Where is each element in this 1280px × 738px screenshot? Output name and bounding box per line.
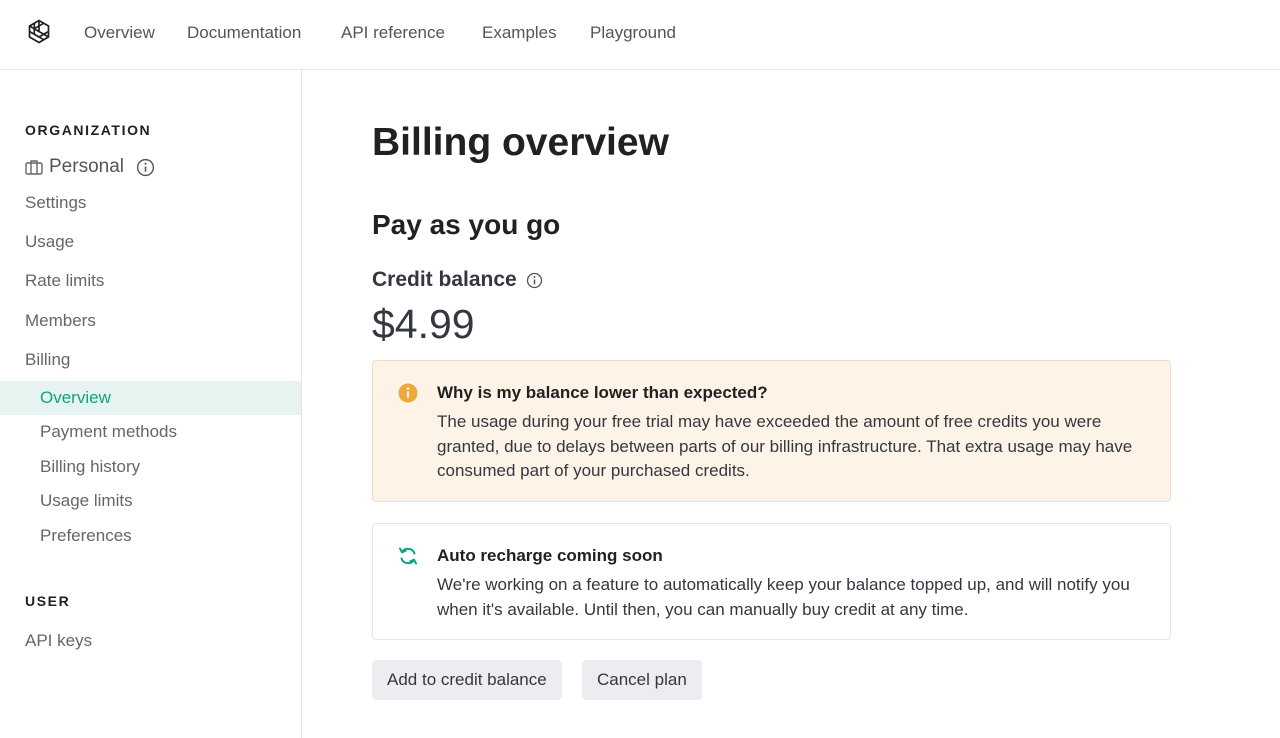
sidebar-item-api-keys[interactable]: API keys [25, 630, 92, 652]
credit-balance-label: Credit balance [372, 268, 517, 291]
warning-title: Why is my balance lower than expected? [437, 383, 768, 402]
nav-playground[interactable]: Playground [590, 22, 676, 44]
sidebar-subitem-usage-limits[interactable]: Usage limits [0, 484, 301, 518]
notice-body: We're working on a feature to automatica… [437, 575, 1130, 619]
credit-balance-amount: $4.99 [372, 301, 475, 347]
notice-title: Auto recharge coming soon [437, 546, 663, 565]
sidebar-subitem-overview[interactable]: Overview [0, 381, 301, 415]
plan-title: Pay as you go [372, 209, 561, 240]
sidebar-item-billing[interactable]: Billing [25, 349, 70, 371]
user-section-label: USER [25, 593, 71, 609]
organization-name: Personal [49, 156, 124, 177]
warning-body: The usage during your free trial may hav… [437, 412, 1133, 480]
sidebar: ORGANIZATION Personal Settings Usage Rat… [0, 70, 302, 738]
sidebar-subitem-payment-methods[interactable]: Payment methods [0, 415, 301, 449]
cancel-plan-button[interactable]: Cancel plan [582, 660, 702, 700]
info-icon[interactable] [136, 158, 155, 177]
nav-api-reference[interactable]: API reference [341, 22, 445, 44]
info-circle-icon [398, 383, 418, 403]
sidebar-item-members[interactable]: Members [25, 310, 96, 332]
openai-logo-icon[interactable] [24, 17, 54, 47]
balance-warning-callout: Why is my balance lower than expected? T… [372, 360, 1171, 502]
sidebar-item-usage[interactable]: Usage [25, 231, 74, 253]
nav-examples[interactable]: Examples [482, 22, 557, 44]
nav-overview[interactable]: Overview [84, 22, 155, 44]
sidebar-item-rate-limits[interactable]: Rate limits [25, 270, 104, 292]
organization-selector[interactable]: Personal [25, 155, 155, 179]
sidebar-subitem-billing-history[interactable]: Billing history [0, 450, 301, 484]
nav-documentation[interactable]: Documentation [187, 22, 301, 44]
add-credit-button[interactable]: Add to credit balance [372, 660, 562, 700]
organization-section-label: ORGANIZATION [25, 122, 152, 138]
main-content: Billing overview Pay as you go Credit ba… [302, 70, 1280, 738]
top-navigation: Overview Documentation API reference Exa… [0, 0, 1280, 70]
credit-balance-label-row: Credit balance [372, 267, 543, 293]
auto-recharge-notice: Auto recharge coming soon We're working … [372, 523, 1171, 640]
page-title: Billing overview [372, 121, 669, 164]
sidebar-subitem-preferences[interactable]: Preferences [0, 519, 301, 553]
briefcase-icon [25, 160, 43, 175]
sidebar-item-settings[interactable]: Settings [25, 192, 86, 214]
refresh-icon [399, 547, 417, 565]
info-icon[interactable] [526, 272, 543, 289]
